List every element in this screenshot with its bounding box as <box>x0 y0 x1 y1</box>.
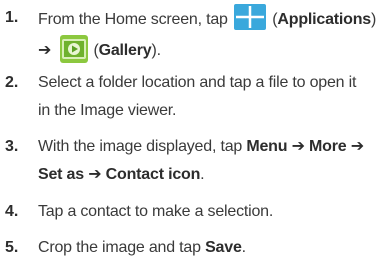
step-2: 2. Select a folder location and tap a fi… <box>0 69 387 125</box>
step-text: Select a folder location and tap a file … <box>38 69 381 125</box>
step-4: 4. Tap a contact to make a selection. <box>0 198 387 226</box>
arrow: ➔ <box>88 166 102 183</box>
gallery-label: Gallery <box>98 42 152 59</box>
step-number: 3. <box>5 138 19 155</box>
step-number: 4. <box>5 203 19 220</box>
step-3: 3. With the image displayed, tap Menu ➔ … <box>0 133 387 189</box>
step-1: 1. From the Home screen, tap (Applicatio… <box>0 4 387 63</box>
more-label: More <box>309 138 347 155</box>
step-text-part: ) <box>371 11 377 28</box>
instructions-page: 1. From the Home screen, tap (Applicatio… <box>0 0 387 264</box>
step-text-part: ). <box>151 42 161 59</box>
step-text-part: With the image displayed, tap <box>38 138 243 155</box>
step-text-part: Crop the image and tap <box>38 239 201 256</box>
gallery-icon <box>59 34 89 64</box>
step-number: 2. <box>5 74 19 91</box>
step-5: 5. Crop the image and tap Save. <box>0 234 387 262</box>
arrow: ➔ <box>350 138 364 155</box>
contact-icon-label: Contact icon <box>105 166 201 183</box>
step-text-part: . <box>241 239 246 256</box>
step-text-part: From the Home screen, tap <box>38 11 228 28</box>
step-text: With the image displayed, tap Menu ➔ Mor… <box>38 133 381 189</box>
arrow: ➔ <box>38 42 52 59</box>
step-text: Tap a contact to make a selection. <box>38 198 381 226</box>
applications-grid-icon <box>234 4 266 30</box>
step-text: From the Home screen, tap (Applications)… <box>38 4 381 65</box>
step-text: Crop the image and tap Save. <box>38 234 381 262</box>
step-text-line: in the Image viewer. <box>38 102 177 119</box>
step-number: 5. <box>5 239 19 256</box>
step-text-part: . <box>200 166 205 183</box>
arrow: ➔ <box>291 138 305 155</box>
step-text-line: Tap a contact to make a selection. <box>38 203 274 220</box>
step-number: 1. <box>5 9 19 26</box>
menu-label: Menu <box>246 138 288 155</box>
step-text-line: Select a folder location and tap a file … <box>38 74 357 91</box>
save-label: Save <box>205 239 242 256</box>
applications-label: Applications <box>277 11 371 28</box>
set-as-label: Set as <box>38 166 84 183</box>
